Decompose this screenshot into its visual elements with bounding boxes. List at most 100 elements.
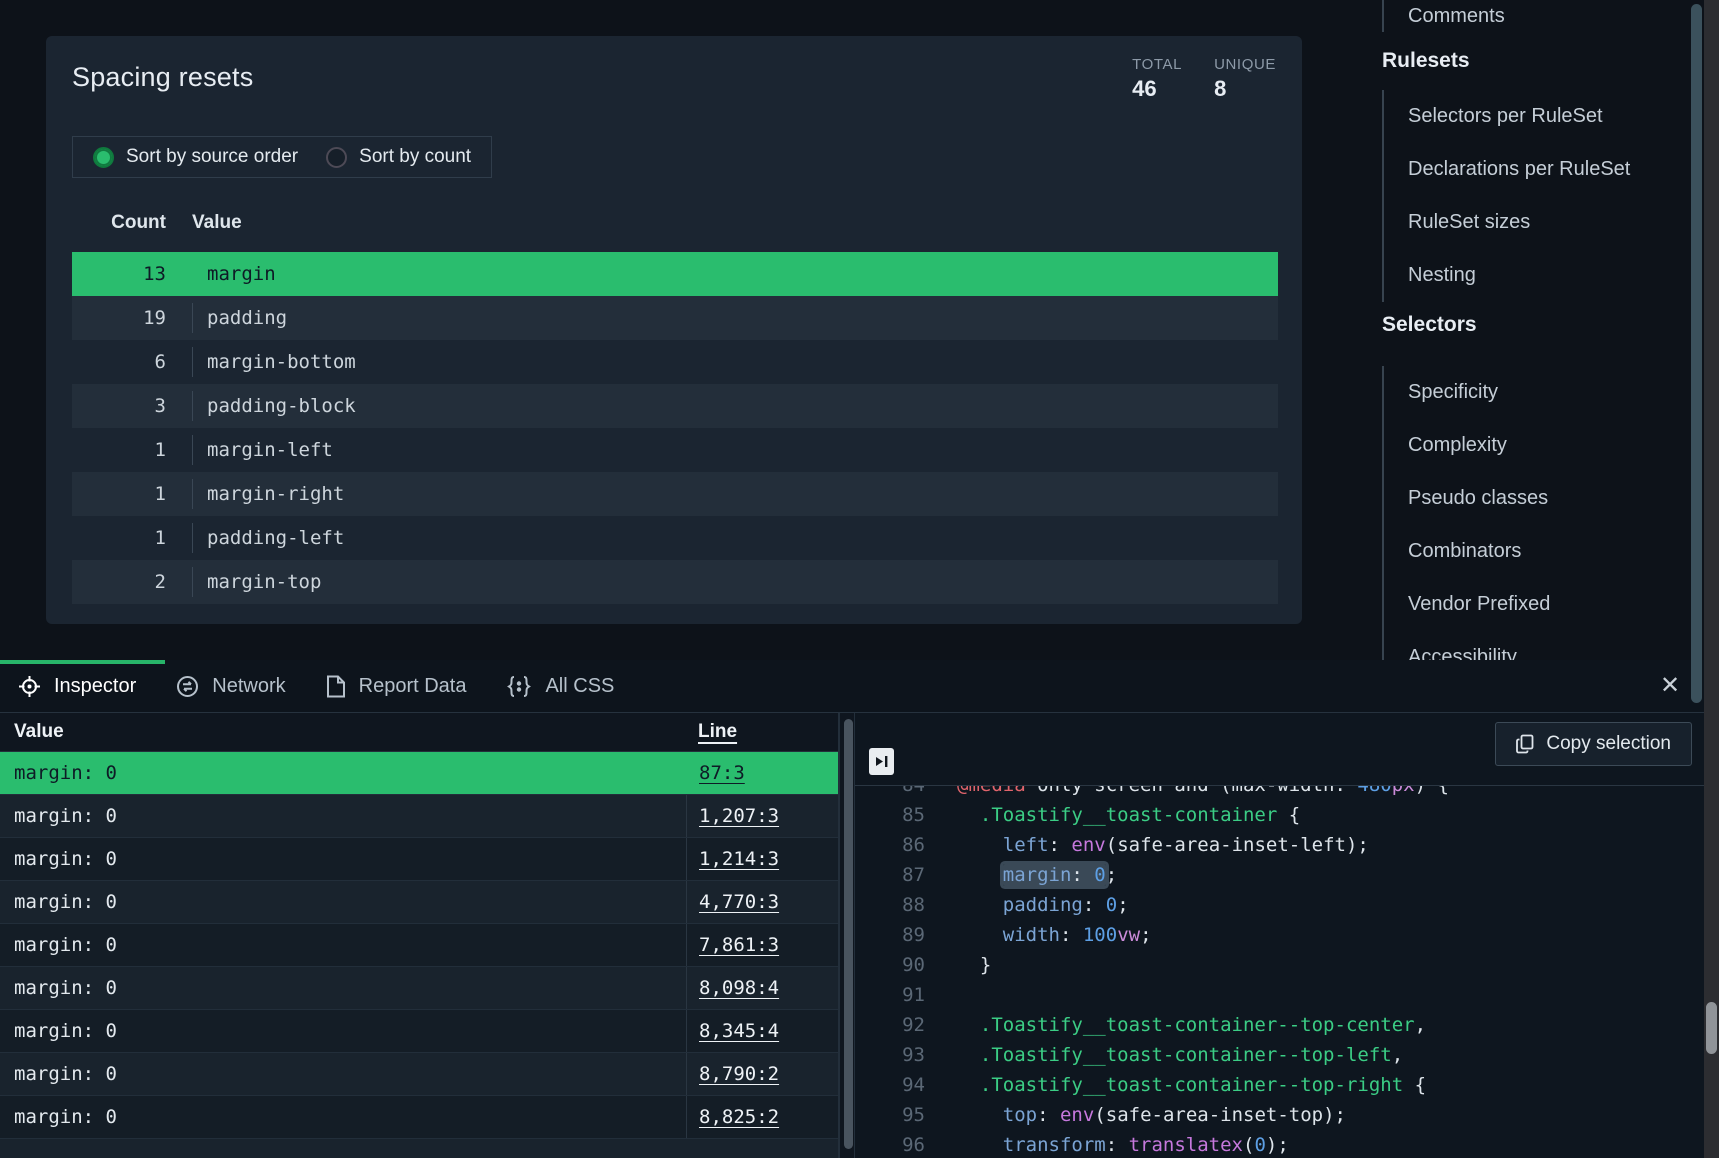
page-scrollbar-thumb[interactable]: [1706, 1002, 1717, 1054]
spacing-row[interactable]: 3padding-block: [72, 384, 1278, 428]
spacing-row[interactable]: 1margin-left: [72, 428, 1278, 472]
sidebar-item-combinators[interactable]: Combinators: [1408, 525, 1550, 578]
decl-line-sort-link[interactable]: Line: [698, 721, 737, 742]
content-scrollbar-thumb[interactable]: [1691, 4, 1702, 703]
document-icon: [326, 675, 346, 698]
spacing-count: 2: [72, 571, 166, 593]
spacing-value: padding-left: [192, 523, 344, 553]
spacing-count: 1: [72, 439, 166, 461]
spacing-row[interactable]: 1padding-left: [72, 516, 1278, 560]
code-line: 89 width: 100vw;: [855, 920, 1449, 950]
declarations-pane: Value Line margin: 087:3margin: 01,207:3…: [0, 713, 838, 1158]
report-nav-sidebar: Comments Rulesets Selectors per RuleSetDec…: [1382, 0, 1682, 660]
line-number: 89: [855, 920, 925, 950]
sidebar-item-nesting[interactable]: Nesting: [1408, 249, 1630, 302]
sort-radio-count[interactable]: Sort by count: [326, 146, 471, 168]
pane-divider: [838, 713, 854, 1158]
tab-all-css[interactable]: All CSS: [506, 675, 614, 698]
declaration-row[interactable]: margin: 0 8,345:4: [0, 1010, 838, 1053]
sidebar-item-declarations-per-ruleset[interactable]: Declarations per RuleSet: [1408, 143, 1630, 196]
declaration-row[interactable]: margin: 08,790:2: [0, 1053, 838, 1096]
sidebar-item-selectors-per-ruleset[interactable]: Selectors per RuleSet: [1408, 90, 1630, 143]
sort-radio-source-order[interactable]: Sort by source order: [93, 146, 298, 168]
declaration-value: margin: 0: [0, 977, 686, 999]
spacing-row[interactable]: 19padding: [72, 296, 1278, 340]
code-line: 96 transform: translatex(0);: [855, 1130, 1449, 1158]
code-editor[interactable]: 84@media only screen and (max-width: 480…: [855, 786, 1704, 1158]
spacing-row[interactable]: 1 margin-right: [72, 472, 1278, 516]
line-link[interactable]: 1,207:3: [699, 805, 779, 827]
copy-selection-button[interactable]: Copy selection: [1495, 722, 1692, 766]
sidebar-item-complexity[interactable]: Complexity: [1408, 419, 1550, 472]
unique-stat: UNIQUE 8: [1214, 56, 1276, 102]
line-link[interactable]: 8,345:4: [699, 1020, 779, 1042]
declaration-row[interactable]: margin: 0 1,207:3: [0, 795, 838, 838]
expand-panel-icon[interactable]: [869, 748, 894, 775]
sidebar-group-selectors: SpecificityComplexityPseudo classesCombi…: [1382, 366, 1550, 684]
sidebar-item-specificity[interactable]: Specificity: [1408, 366, 1550, 419]
radio-label: Sort by source order: [126, 146, 298, 168]
copy-icon: [1516, 734, 1534, 754]
line-link[interactable]: 1,214:3: [699, 848, 779, 870]
unique-label: UNIQUE: [1214, 56, 1276, 73]
sort-options-group: Sort by source order Sort by count: [72, 136, 492, 178]
declaration-row[interactable]: margin: 04,770:3: [0, 881, 838, 924]
tab-report-data[interactable]: Report Data: [326, 675, 467, 698]
sidebar-item-pseudo-classes[interactable]: Pseudo classes: [1408, 472, 1550, 525]
tab-label: Report Data: [359, 675, 467, 698]
declaration-row[interactable]: margin: 0 8,098:4: [0, 967, 838, 1010]
line-link[interactable]: 8,790:2: [699, 1063, 779, 1085]
page-scrollbar[interactable]: [1704, 0, 1719, 1158]
spacing-row[interactable]: 2 margin-top: [72, 560, 1278, 604]
spacing-value: margin-top: [192, 567, 321, 597]
declaration-row[interactable]: margin: 087:3: [0, 752, 838, 795]
sidebar-item-vendor-prefixed[interactable]: Vendor Prefixed: [1408, 578, 1550, 631]
declaration-row[interactable]: margin: 08,825:2: [0, 1096, 838, 1139]
code-line: 84@media only screen and (max-width: 480…: [855, 786, 1449, 800]
line-number: 86: [855, 830, 925, 860]
declarations-table: margin: 087:3margin: 01,207:3margin: 01,…: [0, 752, 838, 1158]
line-link[interactable]: 8,098:4: [699, 977, 779, 999]
sidebar-section-rulesets: Rulesets: [1382, 49, 1470, 73]
line-link[interactable]: 4,770:3: [699, 891, 779, 913]
declaration-value: margin: 0: [0, 848, 686, 870]
code-line: 94 .Toastify__toast-container--top-right…: [855, 1070, 1449, 1100]
line-number: 93: [855, 1040, 925, 1070]
close-icon[interactable]: ✕: [1656, 672, 1684, 700]
declaration-row[interactable]: margin: 0 7,861:3: [0, 924, 838, 967]
line-link[interactable]: 87:3: [699, 762, 745, 784]
spacing-count: 6: [72, 351, 166, 373]
total-value: 46: [1132, 76, 1182, 102]
total-stat: TOTAL 46: [1132, 56, 1182, 102]
declaration-value: margin: 0: [0, 805, 686, 827]
declaration-value: margin: 0: [0, 1020, 686, 1042]
card-title: Spacing resets: [72, 62, 253, 93]
tab-label: All CSS: [545, 675, 614, 698]
inspector-panel: Inspector Network Report Data All CSS ✕ Valu…: [0, 660, 1704, 1158]
sidebar-item-comments[interactable]: Comments: [1408, 5, 1505, 28]
line-number: 91: [855, 980, 925, 1010]
code-line: 91: [855, 980, 1449, 1010]
tab-inspector[interactable]: Inspector: [18, 675, 136, 698]
tab-network[interactable]: Network: [176, 675, 285, 698]
line-number: 95: [855, 1100, 925, 1130]
card-stats: TOTAL 46 UNIQUE 8: [1132, 56, 1276, 102]
decl-value-header: Value: [0, 721, 686, 743]
sidebar-group-rulesets: Selectors per RuleSetDeclarations per Ru…: [1382, 90, 1630, 302]
spacing-count: 1: [72, 483, 166, 505]
declarations-scrollbar-thumb[interactable]: [844, 719, 853, 1149]
code-line: 95 top: env(safe-area-inset-top);: [855, 1100, 1449, 1130]
line-link[interactable]: 8,825:2: [699, 1106, 779, 1128]
spacing-count: 3: [72, 395, 166, 417]
spacing-row[interactable]: 13margin: [72, 252, 1278, 296]
sidebar-item-ruleset-sizes[interactable]: RuleSet sizes: [1408, 196, 1630, 249]
sidebar-section-selectors: Selectors: [1382, 313, 1477, 337]
declaration-row[interactable]: margin: 0 1,214:3: [0, 838, 838, 881]
spacing-row[interactable]: 6margin-bottom: [72, 340, 1278, 384]
line-number: 94: [855, 1070, 925, 1100]
line-number: 96: [855, 1130, 925, 1158]
spacing-value: margin: [192, 259, 276, 289]
spacing-value: margin-right: [192, 479, 344, 509]
declaration-value: margin: 0: [0, 934, 686, 956]
line-link[interactable]: 7,861:3: [699, 934, 779, 956]
